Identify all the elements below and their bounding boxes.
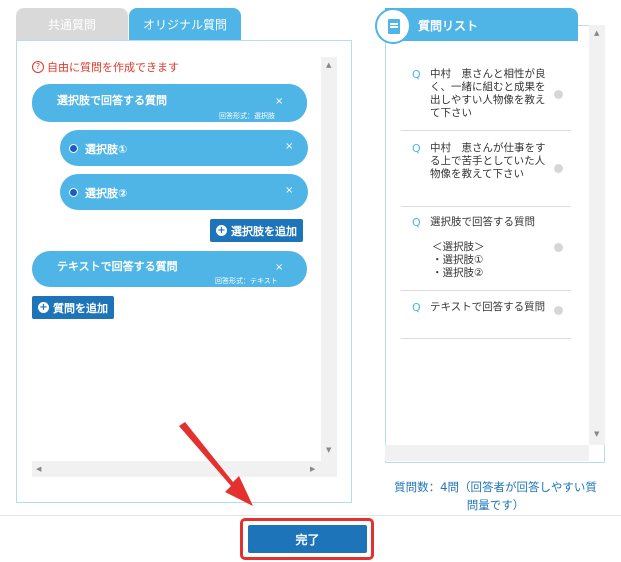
free-question-notice: ? 自由に質問を作成できます	[32, 59, 179, 75]
choice-label: 選択肢①	[85, 143, 128, 156]
right-horizontal-scrollbar[interactable]	[385, 445, 589, 461]
scroll-right-icon[interactable]: ▶	[310, 465, 315, 473]
document-icon	[375, 8, 411, 44]
q-mark: Q	[412, 216, 421, 229]
document-shape	[388, 19, 400, 34]
add-choice-button[interactable]: + 選択肢を追加	[210, 219, 303, 242]
status-circle-icon	[554, 164, 563, 173]
list-item-text: テキストで回答する質問	[430, 301, 546, 313]
q-mark: Q	[412, 142, 421, 155]
close-icon[interactable]: ×	[275, 96, 283, 107]
list-item[interactable]: Q 選択肢で回答する質問 ＜選択肢＞ ・選択肢① ・選択肢②	[401, 206, 571, 291]
scroll-up-icon[interactable]: ▲	[326, 61, 331, 69]
question-item[interactable]: テキストで回答する質問 回答形式：テキスト ×	[32, 251, 307, 287]
choice-label: 選択肢②	[85, 187, 128, 200]
question-list-header	[385, 8, 578, 41]
list-item-text: 選択肢で回答する質問	[430, 216, 535, 228]
left-vertical-scrollbar[interactable]: ▲ ▼	[321, 57, 337, 461]
question-title: テキストで回答する質問	[57, 260, 178, 273]
question-list-title: 質問リスト	[418, 19, 479, 33]
done-button[interactable]: 完了	[248, 525, 367, 553]
q-mark: Q	[412, 301, 421, 314]
choice-bullet-icon	[69, 144, 78, 153]
choice-heading: ＜選択肢＞	[432, 241, 485, 253]
list-item-text: 中村 恵さんが仕事をする上で苦手としていた人物像を教えて下さい	[430, 142, 546, 180]
scroll-up-icon[interactable]: ▲	[594, 29, 599, 37]
red-arrow-icon	[179, 422, 253, 506]
choice-bullet-icon	[69, 188, 78, 197]
plus-icon: +	[38, 302, 49, 313]
right-vertical-scrollbar[interactable]: ▲ ▼	[589, 25, 605, 445]
tab-original-questions[interactable]: オリジナル質問	[129, 8, 241, 41]
question-count-line2: 問量です）	[466, 498, 525, 512]
choice-line: ・選択肢①	[432, 254, 484, 266]
plus-icon: +	[216, 225, 227, 236]
scroll-down-icon[interactable]: ▼	[594, 430, 599, 438]
scroll-left-icon[interactable]: ◀	[36, 465, 41, 473]
add-question-label: 質問を追加	[53, 301, 108, 315]
status-circle-icon	[554, 90, 563, 99]
q-mark: Q	[412, 68, 421, 81]
add-question-button[interactable]: + 質問を追加	[32, 296, 114, 319]
status-circle-icon	[554, 243, 563, 252]
question-title: 選択肢で回答する質問	[57, 94, 167, 107]
footer-divider	[0, 515, 621, 516]
close-icon[interactable]: ×	[275, 262, 283, 273]
question-count: 質問数：4問（回答者が回答しやすい質 問量です）	[380, 478, 611, 514]
answer-format-label: 回答形式：選択肢	[219, 112, 275, 120]
choice-item[interactable]: 選択肢① ×	[60, 130, 308, 166]
status-circle-icon	[554, 306, 563, 315]
question-item[interactable]: 選択肢で回答する質問 回答形式：選択肢 ×	[32, 84, 307, 122]
close-icon[interactable]: ×	[285, 185, 293, 196]
question-circle-icon: ?	[32, 61, 44, 73]
close-icon[interactable]: ×	[285, 141, 293, 152]
list-item[interactable]: Q 中村 恵さんが仕事をする上で苦手としていた人物像を教えて下さい	[401, 130, 571, 207]
scroll-down-icon[interactable]: ▼	[326, 446, 331, 454]
choice-item[interactable]: 選択肢② ×	[60, 174, 308, 210]
notice-text: 自由に質問を作成できます	[47, 61, 179, 74]
list-item[interactable]: Q 中村 恵さんと相性が良く、一緒に組むと成果を出しやすい人物像を教えて下さい	[401, 60, 571, 131]
list-item[interactable]: Q テキストで回答する質問	[401, 290, 571, 339]
question-count-line1: 質問数：4問（回答者が回答しやすい質	[394, 480, 597, 494]
list-item-text: 中村 恵さんと相性が良く、一緒に組むと成果を出しやすい人物像を教えて下さい	[430, 68, 546, 119]
choice-line: ・選択肢②	[432, 267, 484, 279]
answer-format-label: 回答形式：テキスト	[215, 277, 278, 285]
tab-common-questions[interactable]: 共通質問	[16, 8, 128, 41]
add-choice-label: 選択肢を追加	[231, 224, 297, 238]
